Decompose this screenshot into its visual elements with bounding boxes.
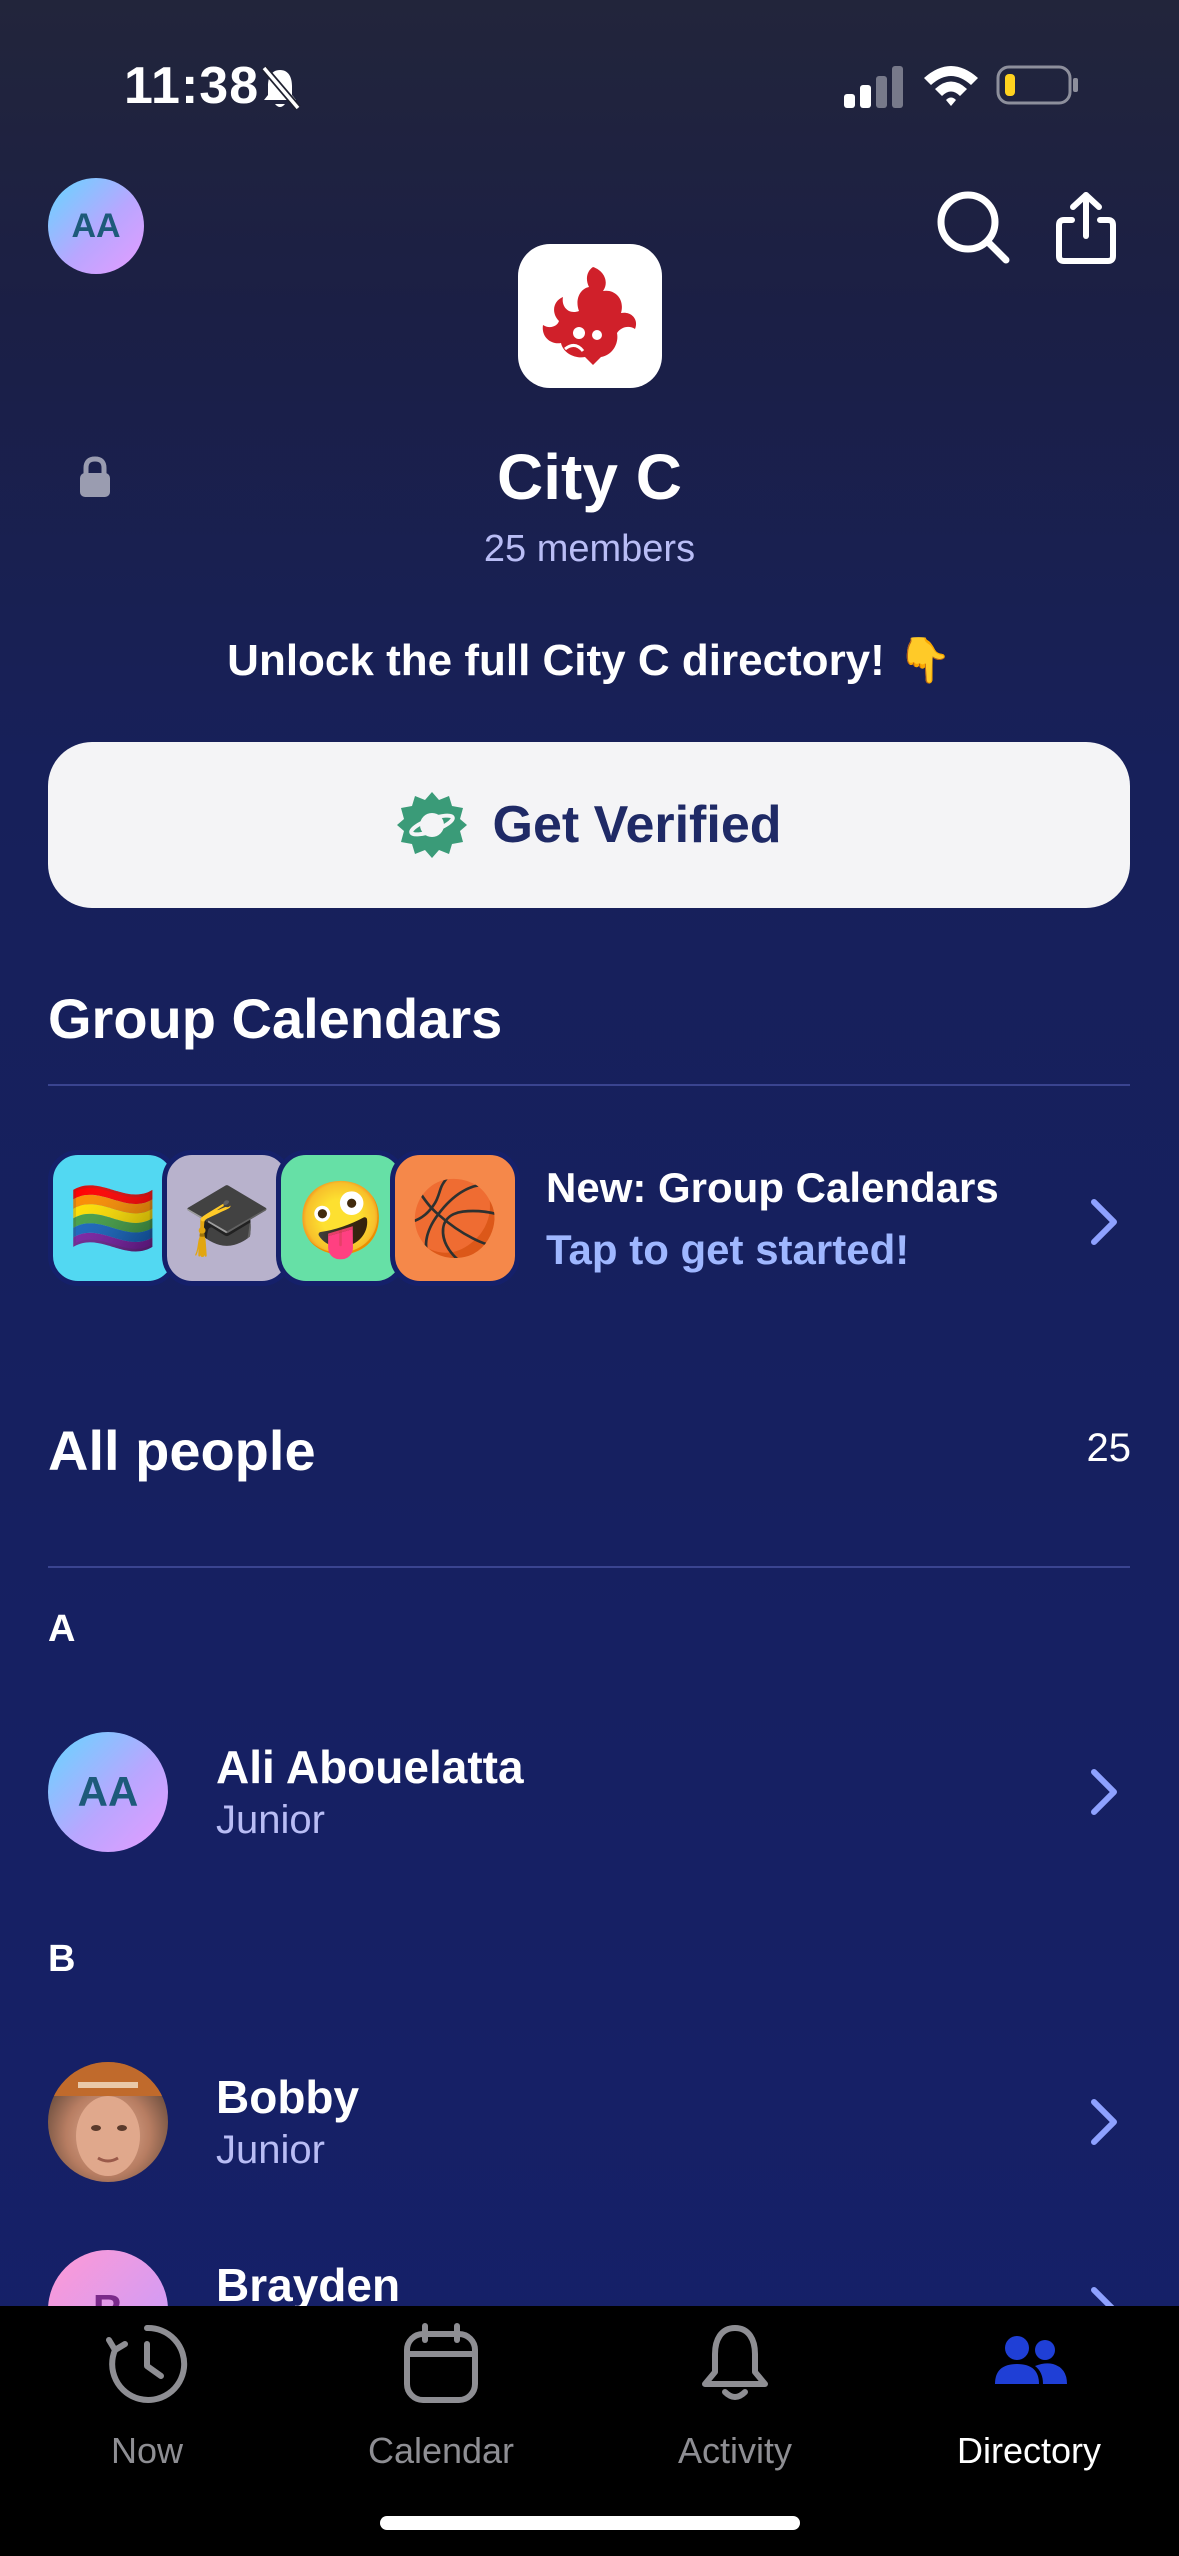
member-count[interactable]: 25 members (0, 528, 1179, 571)
status-time: 11:38 (124, 57, 260, 115)
search-icon[interactable] (934, 188, 1012, 266)
profile-avatar[interactable]: AA (48, 178, 144, 274)
get-verified-label: Get Verified (492, 796, 782, 854)
person-name: Brayden (216, 2259, 401, 2306)
group-calendars-promo-subtitle: Tap to get started! (546, 1226, 910, 1273)
person-name: Ali Abouelatta (216, 1741, 524, 1793)
calendar-tile-basketball: 🏀 (390, 1150, 520, 1286)
group-name: City C (497, 441, 682, 513)
cellular-signal-icon (844, 66, 903, 108)
unlock-message: Unlock the full City C directory! 👇 (227, 636, 952, 685)
group-logo (518, 244, 662, 388)
person-subtitle: Junior (216, 1798, 325, 1842)
profile-avatar-initials: AA (71, 206, 121, 245)
person-subtitle: Junior (216, 2128, 325, 2172)
list-item[interactable]: AA Ali Abouelatta Junior (0, 1716, 1179, 1866)
tab-calendar-label: Calendar (367, 2430, 515, 2471)
people-count: 25 (1086, 1426, 1132, 1470)
bell-icon (702, 2325, 768, 2400)
get-verified-button[interactable]: Get Verified (48, 742, 1130, 908)
wifi-icon (924, 66, 978, 106)
tab-calendar[interactable]: Calendar (294, 2306, 588, 2496)
tab-now-label: Now (110, 2430, 184, 2471)
clock-icon (106, 2324, 188, 2403)
avatar: B (48, 2250, 168, 2306)
verified-badge-icon (396, 792, 467, 858)
divider (48, 1084, 1130, 1086)
calendar-tile-graduation: 🎓 (162, 1150, 292, 1286)
battery-icon (996, 65, 1078, 105)
photo-avatar-icon (48, 2062, 168, 2176)
tab-activity-label: Activity (677, 2430, 792, 2471)
section-letter-b: B (48, 1938, 76, 1980)
tab-directory[interactable]: Directory (882, 2306, 1176, 2496)
avatar (48, 2062, 168, 2182)
chevron-right-icon (1091, 2287, 1115, 2306)
list-item[interactable]: Bobby Junior (0, 2046, 1179, 2196)
list-item[interactable]: B Brayden (0, 2240, 1179, 2306)
share-icon[interactable] (1054, 190, 1118, 266)
all-people-title: All people (48, 1419, 316, 1482)
griffin-logo-icon (542, 267, 637, 365)
calendar-icon (404, 2323, 478, 2403)
chevron-right-icon (1091, 2099, 1117, 2145)
tab-now[interactable]: Now (0, 2306, 294, 2496)
home-indicator (380, 2516, 800, 2530)
section-letter-a: A (48, 1608, 76, 1650)
people-icon (995, 2336, 1067, 2384)
tab-directory-label: Directory (956, 2430, 1102, 2471)
silent-mode-icon (261, 65, 301, 111)
tab-activity[interactable]: Activity (588, 2306, 882, 2496)
divider (48, 1566, 1130, 1568)
person-name: Bobby (216, 2071, 360, 2123)
calendar-tile-silly: 🤪 (276, 1150, 406, 1286)
calendar-tile-pride: 🏳️‍🌈 (48, 1150, 178, 1286)
chevron-right-icon (1091, 1769, 1117, 1815)
avatar: AA (48, 1732, 168, 1852)
chevron-right-icon (1091, 1199, 1117, 1245)
group-calendars-title: Group Calendars (48, 987, 503, 1050)
group-calendars-promo-title: New: Group Calendars (546, 1164, 999, 1211)
